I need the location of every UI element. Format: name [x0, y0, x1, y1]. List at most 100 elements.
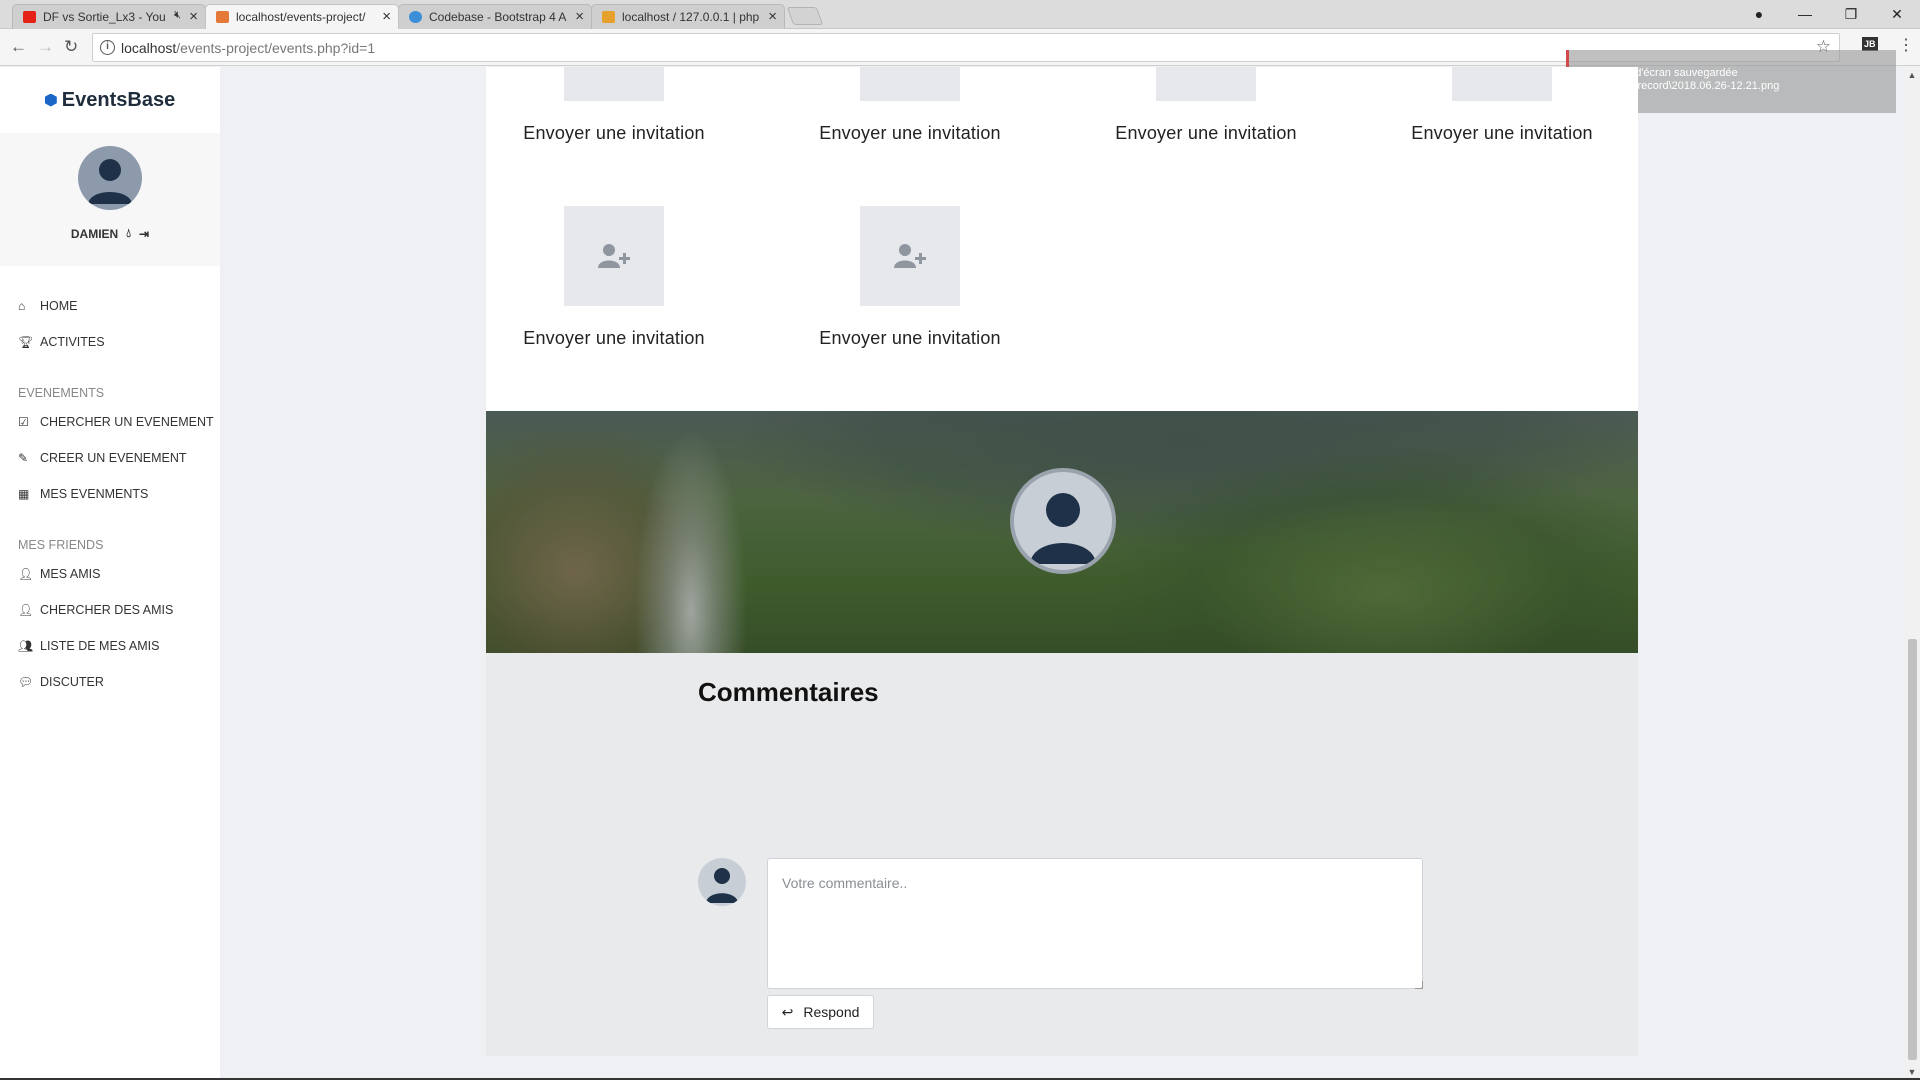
sidebar-item-create-event[interactable]: ✎ CREER UN EVENEMENT	[0, 440, 220, 476]
add-user-tile[interactable]	[1156, 67, 1256, 101]
invitation-label[interactable]: Envoyer une invitation	[466, 123, 762, 144]
browser-tab[interactable]: DF vs Sortie_Lx3 - You 🔇︎ ×	[12, 4, 206, 29]
codebase-favicon-icon	[409, 11, 422, 23]
maximize-button[interactable]: ❐	[1828, 0, 1874, 29]
brand-name: EventsBase	[61, 88, 176, 111]
main-content: Envoyer une invitation Envoyer une invit…	[486, 67, 1638, 1056]
invitation-label[interactable]: Envoyer une invitation	[466, 328, 762, 349]
invitation-label[interactable]: Envoyer une invitation	[762, 328, 1058, 349]
tab-title: localhost/events-project/	[236, 10, 366, 24]
sign-out-icon[interactable]: ⇥	[139, 227, 149, 241]
reload-icon[interactable]: ↻	[64, 37, 78, 57]
invitation-label[interactable]: Envoyer une invitation	[762, 123, 1058, 144]
comment-textarea[interactable]	[767, 858, 1423, 989]
site-favicon-icon	[216, 11, 229, 23]
add-user-tile[interactable]	[860, 67, 960, 101]
scroll-down-icon[interactable]: ▼	[1904, 1067, 1920, 1077]
close-tab-icon[interactable]: ×	[768, 8, 777, 25]
sidebar-item-home[interactable]: ⌂ HOME	[0, 288, 220, 324]
calendar-icon: ▦	[18, 487, 30, 501]
add-user-tile[interactable]	[564, 206, 664, 306]
sidebar-item-label: CREER UN EVENEMENT	[40, 451, 187, 465]
menu-kebab-icon[interactable]: ⋮	[1898, 35, 1914, 55]
invitation-card: Envoyer une invitation	[1354, 67, 1650, 144]
sidebar-item-search-event[interactable]: ☑ CHERCHER UN EVENEMENT	[0, 404, 220, 440]
tab-title: localhost / 127.0.0.1 | php	[622, 10, 760, 24]
url-text[interactable]: localhost/events-project/events.php?id=1	[121, 40, 375, 56]
invitation-grid: Envoyer une invitation Envoyer une invit…	[486, 67, 1638, 411]
avatar[interactable]	[78, 146, 142, 210]
close-tab-icon[interactable]: ×	[189, 8, 198, 25]
reply-icon: ↩	[781, 1003, 794, 1020]
new-tab-button[interactable]	[786, 7, 824, 25]
resize-handle-icon[interactable]	[1415, 981, 1423, 989]
sidebar-item-label: MES EVENMENTS	[40, 487, 149, 501]
calendar-check-icon: ☑	[18, 415, 29, 429]
user-plus-icon	[894, 244, 926, 268]
browser-tab-active[interactable]: localhost/events-project/ ×	[205, 4, 399, 29]
browser-tab-bar: DF vs Sortie_Lx3 - You 🔇︎ × localhost/ev…	[0, 0, 1920, 29]
sidebar-item-activites[interactable]: 🏆︎ ACTIVITES	[0, 324, 220, 360]
scrollbar-thumb[interactable]	[1908, 639, 1917, 1060]
comments-title: Commentaires	[698, 677, 879, 707]
back-arrow-icon[interactable]: ←	[10, 37, 27, 57]
close-tab-icon[interactable]: ×	[575, 8, 584, 25]
close-tab-icon[interactable]: ×	[382, 8, 391, 25]
respond-button[interactable]: ↩ Respond	[767, 995, 874, 1029]
avatar	[698, 858, 746, 906]
sidebar-item-friends-list[interactable]: 👥︎ LISTE DE MES AMIS	[0, 628, 220, 664]
home-icon: ⌂	[18, 299, 26, 313]
organizer-avatar[interactable]	[1010, 468, 1116, 574]
minimize-button[interactable]: —	[1782, 0, 1828, 29]
chat-icon: 💬︎	[18, 675, 34, 689]
section-heading-friends: MES FRIENDS	[18, 538, 104, 552]
invitation-card: Envoyer une invitation	[466, 67, 762, 144]
user-profile: DAMIEN 💧︎ ⇥	[0, 133, 220, 266]
phpmyadmin-favicon-icon	[602, 11, 615, 23]
sidebar-item-label: HOME	[40, 299, 78, 313]
user-plus-icon: 👤︎	[18, 603, 34, 617]
sidebar-item-label: ACTIVITES	[40, 335, 105, 349]
tab-title: DF vs Sortie_Lx3 - You	[43, 10, 166, 24]
section-heading-events: EVENEMENTS	[18, 386, 105, 400]
forward-arrow-icon[interactable]: →	[37, 37, 54, 57]
sidebar-item-label: DISCUTER	[40, 675, 104, 689]
speaker-muted-icon[interactable]: 🔇︎	[174, 9, 181, 22]
tint-icon[interactable]: 💧︎	[126, 226, 131, 241]
browser-tab[interactable]: Codebase - Bootstrap 4 A ×	[398, 4, 592, 29]
sidebar-item-label: CHERCHER UN EVENEMENT	[40, 415, 214, 429]
scroll-up-icon[interactable]: ▲	[1904, 70, 1920, 80]
window-controls: ● — ❐ ✕	[1736, 0, 1920, 29]
sidebar-item-label: LISTE DE MES AMIS	[40, 639, 160, 653]
browser-tab[interactable]: localhost / 127.0.0.1 | php ×	[591, 4, 785, 29]
username: DAMIEN	[70, 226, 119, 241]
invitation-card: Envoyer une invitation	[1058, 67, 1354, 144]
close-window-button[interactable]: ✕	[1874, 0, 1920, 29]
extension-icon[interactable]: JB	[1862, 37, 1878, 51]
sidebar-menu: ⌂ HOME 🏆︎ ACTIVITES EVENEMENTS ☑ CHERCHE…	[0, 266, 220, 700]
invitation-card: Envoyer une invitation	[762, 206, 1058, 349]
sidebar-item-label: MES AMIS	[40, 567, 101, 581]
youtube-icon	[23, 11, 36, 23]
add-user-tile[interactable]	[1452, 67, 1552, 101]
invitation-card: Envoyer une invitation	[466, 206, 762, 349]
user-plus-icon	[598, 244, 630, 268]
event-cover-banner	[486, 411, 1638, 653]
sidebar-item-my-events[interactable]: ▦ MES EVENMENTS	[0, 476, 220, 512]
invitation-label[interactable]: Envoyer une invitation	[1058, 123, 1354, 144]
account-icon[interactable]: ●	[1736, 0, 1782, 29]
page-scrollbar[interactable]: ▲ ▼	[1904, 67, 1920, 1080]
trophy-icon: 🏆︎	[18, 335, 34, 349]
tab-title: Codebase - Bootstrap 4 A	[429, 10, 567, 24]
invitation-card: Envoyer une invitation	[762, 67, 1058, 144]
sidebar-item-chat[interactable]: 💬︎ DISCUTER	[0, 664, 220, 700]
users-icon: 👥︎	[18, 639, 34, 653]
sidebar-item-my-friends[interactable]: 👤︎ MES AMIS	[0, 556, 220, 592]
info-icon[interactable]: i	[100, 40, 115, 55]
sidebar-item-search-friends[interactable]: 👤︎ CHERCHER DES AMIS	[0, 592, 220, 628]
add-user-tile[interactable]	[860, 206, 960, 306]
sidebar-item-label: CHERCHER DES AMIS	[40, 603, 174, 617]
brand-logo[interactable]: EventsBase	[0, 67, 220, 133]
invitation-label[interactable]: Envoyer une invitation	[1354, 123, 1650, 144]
add-user-tile[interactable]	[564, 67, 664, 101]
